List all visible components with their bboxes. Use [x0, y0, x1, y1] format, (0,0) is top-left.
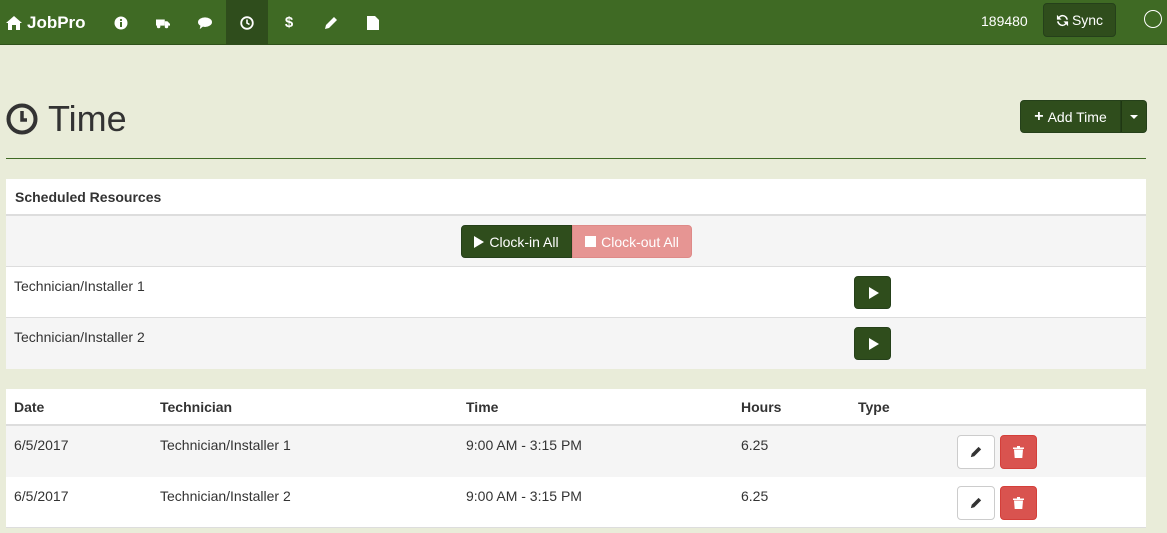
plus-icon: +	[1034, 107, 1044, 125]
clock-in-button[interactable]	[854, 327, 891, 360]
scheduled-resources-title: Scheduled Resources	[6, 179, 1146, 216]
file-icon	[367, 15, 379, 30]
nav-icon-bar: $	[100, 0, 394, 45]
play-icon	[474, 235, 485, 248]
nav-file[interactable]	[352, 0, 394, 45]
comment-icon	[198, 16, 212, 29]
time-entries-table: Date Technician Time Hours Type 6/5/2017…	[6, 389, 1146, 528]
sync-button[interactable]: Sync	[1043, 3, 1116, 37]
delete-button[interactable]	[1000, 435, 1037, 469]
clock-out-all-button[interactable]: Clock-out All	[572, 225, 692, 258]
title-divider	[6, 158, 1146, 159]
dollar-icon: $	[284, 14, 294, 31]
column-header-hours: Hours	[741, 399, 782, 415]
page-title-text: Time	[48, 98, 127, 139]
clock-in-all-button[interactable]: Clock-in All	[461, 225, 572, 258]
info-icon	[114, 16, 128, 29]
clock-icon	[240, 15, 254, 30]
page-title: Time	[6, 97, 127, 141]
cell-technician: Technician/Installer 1	[160, 437, 291, 453]
resource-row: Technician/Installer 1	[6, 267, 1146, 318]
delete-button[interactable]	[1000, 486, 1037, 520]
edit-button[interactable]	[957, 486, 995, 520]
pencil-icon	[325, 16, 337, 29]
table-row: 6/5/2017 Technician/Installer 1 9:00 AM …	[6, 426, 1146, 477]
nav-dollar[interactable]: $	[268, 0, 310, 45]
job-number: 189480	[981, 13, 1028, 29]
column-header-time: Time	[466, 399, 499, 415]
table-row: 6/5/2017 Technician/Installer 2 9:00 AM …	[6, 477, 1146, 528]
brand-link[interactable]: JobPro	[6, 0, 86, 45]
cell-hours: 6.25	[741, 488, 769, 504]
brand-label: JobPro	[27, 12, 86, 32]
trash-icon	[1013, 497, 1024, 509]
column-header-type: Type	[858, 399, 890, 415]
nav-info[interactable]	[100, 0, 142, 45]
scheduled-resources-panel: Scheduled Resources Clock-in All Clock-o…	[6, 179, 1146, 369]
play-icon	[868, 286, 879, 299]
column-header-technician: Technician	[160, 399, 233, 415]
top-navbar: JobPro $ 189480 Sync	[0, 0, 1167, 45]
add-time-dropdown-toggle[interactable]	[1121, 100, 1147, 133]
pencil-icon	[970, 446, 982, 458]
cell-hours: 6.25	[741, 437, 769, 453]
edit-button[interactable]	[957, 435, 995, 469]
nav-time[interactable]	[226, 0, 268, 45]
clock-in-button[interactable]	[854, 276, 891, 309]
add-time-button-group: + Add Time	[1020, 100, 1147, 133]
cell-time: 9:00 AM - 3:15 PM	[466, 437, 582, 453]
cell-date: 6/5/2017	[14, 437, 69, 453]
cell-technician: Technician/Installer 2	[160, 488, 291, 504]
clock-out-all-label: Clock-out All	[601, 233, 679, 250]
connection-status-icon	[1144, 10, 1162, 28]
resource-name: Technician/Installer 2	[14, 329, 145, 345]
clock-all-row: Clock-in All Clock-out All	[6, 216, 1146, 267]
pencil-icon	[970, 497, 982, 509]
refresh-icon	[1056, 14, 1069, 26]
home-icon	[6, 15, 22, 30]
table-header: Date Technician Time Hours Type	[6, 389, 1146, 426]
cell-date: 6/5/2017	[14, 488, 69, 504]
cell-time: 9:00 AM - 3:15 PM	[466, 488, 582, 504]
column-header-date: Date	[14, 399, 45, 415]
truck-icon	[156, 19, 170, 28]
trash-icon	[1013, 446, 1024, 458]
sync-label: Sync	[1071, 12, 1104, 28]
add-time-label: Add Time	[1047, 108, 1107, 125]
resource-name: Technician/Installer 1	[14, 278, 145, 294]
stop-icon	[585, 236, 597, 247]
add-time-button[interactable]: + Add Time	[1020, 100, 1121, 133]
caret-down-icon	[1130, 114, 1138, 119]
nav-truck[interactable]	[142, 0, 184, 45]
nav-comment[interactable]	[184, 0, 226, 45]
resource-row: Technician/Installer 2	[6, 318, 1146, 369]
clock-icon	[6, 103, 38, 135]
play-icon	[868, 337, 879, 350]
clock-in-all-label: Clock-in All	[489, 233, 559, 250]
nav-pencil[interactable]	[310, 0, 352, 45]
